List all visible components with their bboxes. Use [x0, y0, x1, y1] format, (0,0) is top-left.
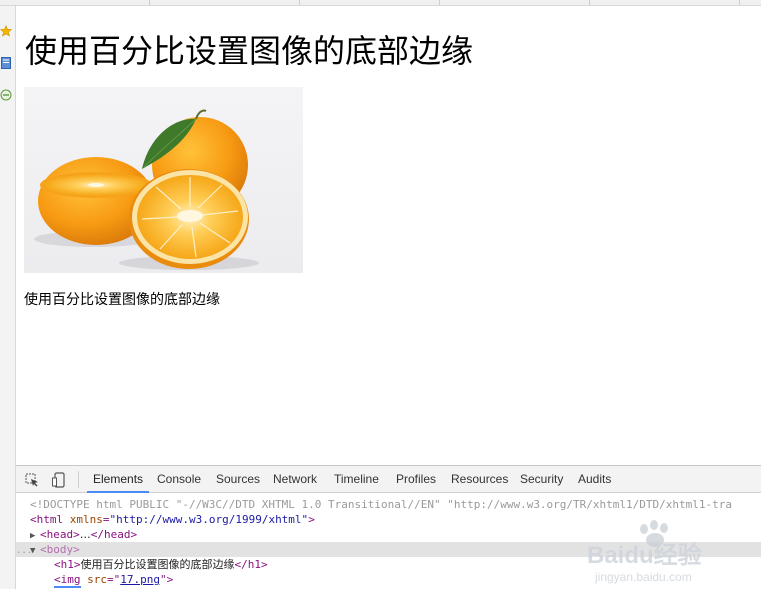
head-open-tag: <head>: [40, 528, 80, 541]
head-close-tag: </head>: [90, 528, 138, 541]
toolbar-divider: [78, 471, 79, 488]
img-attr-name: src: [87, 573, 107, 586]
tab-resources[interactable]: Resources: [445, 466, 514, 493]
doctype-text: <!DOCTYPE html PUBLIC "-//W3C//DTD XHTML…: [30, 498, 732, 511]
tab-segment[interactable]: [440, 0, 590, 5]
tab-security[interactable]: Security: [514, 466, 569, 493]
browser-sidebar: [0, 6, 16, 589]
h1-close-tag: </h1>: [234, 558, 268, 571]
tab-sources[interactable]: Sources: [210, 466, 266, 493]
img-open-tag: <img: [54, 573, 81, 588]
page-heading: 使用百分比设置图像的底部边缘: [25, 32, 474, 70]
devtools-panel: Elements Console Sources Network Timelin…: [16, 465, 761, 589]
dom-node-doctype[interactable]: <!DOCTYPE html PUBLIC "-//W3C//DTD XHTML…: [16, 497, 761, 512]
tab-profiles[interactable]: Profiles: [390, 466, 442, 493]
tab-timeline[interactable]: Timeline: [328, 466, 385, 493]
html-open-tag: <html: [30, 513, 64, 526]
html-attr-value: "http://www.w3.org/1999/xhtml": [109, 513, 309, 526]
dom-node-html[interactable]: <html xmlns="http://www.w3.org/1999/xhtm…: [16, 512, 761, 527]
h1-open-tag: <h1>: [54, 558, 81, 571]
img-src-link[interactable]: 17.png: [120, 573, 160, 586]
dom-node-body[interactable]: ...▼ <body>: [16, 542, 761, 557]
tab-segment[interactable]: [0, 0, 150, 5]
page-viewport: 使用百分比设置图像的底部边缘 使用百分比设置图像的底部边缘: [17, 6, 761, 465]
h1-text: 使用百分比设置图像的底部边缘: [80, 558, 235, 571]
inspect-element-icon[interactable]: [23, 471, 41, 488]
tab-elements[interactable]: Elements: [87, 466, 150, 493]
dom-tree: <!DOCTYPE html PUBLIC "-//W3C//DTD XHTML…: [16, 494, 761, 589]
oranges-image: [24, 87, 303, 273]
reading-list-icon[interactable]: [0, 56, 12, 70]
history-icon[interactable]: [0, 88, 12, 102]
tab-segment[interactable]: [150, 0, 300, 5]
tab-console[interactable]: Console: [151, 466, 207, 493]
dom-node-head[interactable]: ▶ <head>…</head>: [16, 527, 761, 542]
img-close-bracket: >: [166, 573, 174, 586]
page-caption: 使用百分比设置图像的底部边缘: [24, 292, 220, 308]
html-close-bracket: >: [308, 513, 315, 526]
favorites-star-icon[interactable]: [0, 24, 12, 38]
device-mode-icon[interactable]: [50, 471, 68, 488]
dom-node-img[interactable]: <img src="17.png">: [16, 572, 761, 588]
tab-segment[interactable]: [300, 0, 440, 5]
tab-audits[interactable]: Audits: [572, 466, 617, 493]
devtools-toolbar: Elements Console Sources Network Timelin…: [16, 466, 761, 493]
body-open-tag: <body>: [40, 543, 80, 556]
tab-segment[interactable]: [590, 0, 740, 5]
head-collapsed-ellipsis: …: [79, 528, 91, 541]
dom-node-h1[interactable]: <h1>使用百分比设置图像的底部边缘</h1>: [16, 557, 761, 572]
tab-network[interactable]: Network: [267, 466, 323, 493]
html-attr-name: xmlns: [69, 513, 103, 526]
